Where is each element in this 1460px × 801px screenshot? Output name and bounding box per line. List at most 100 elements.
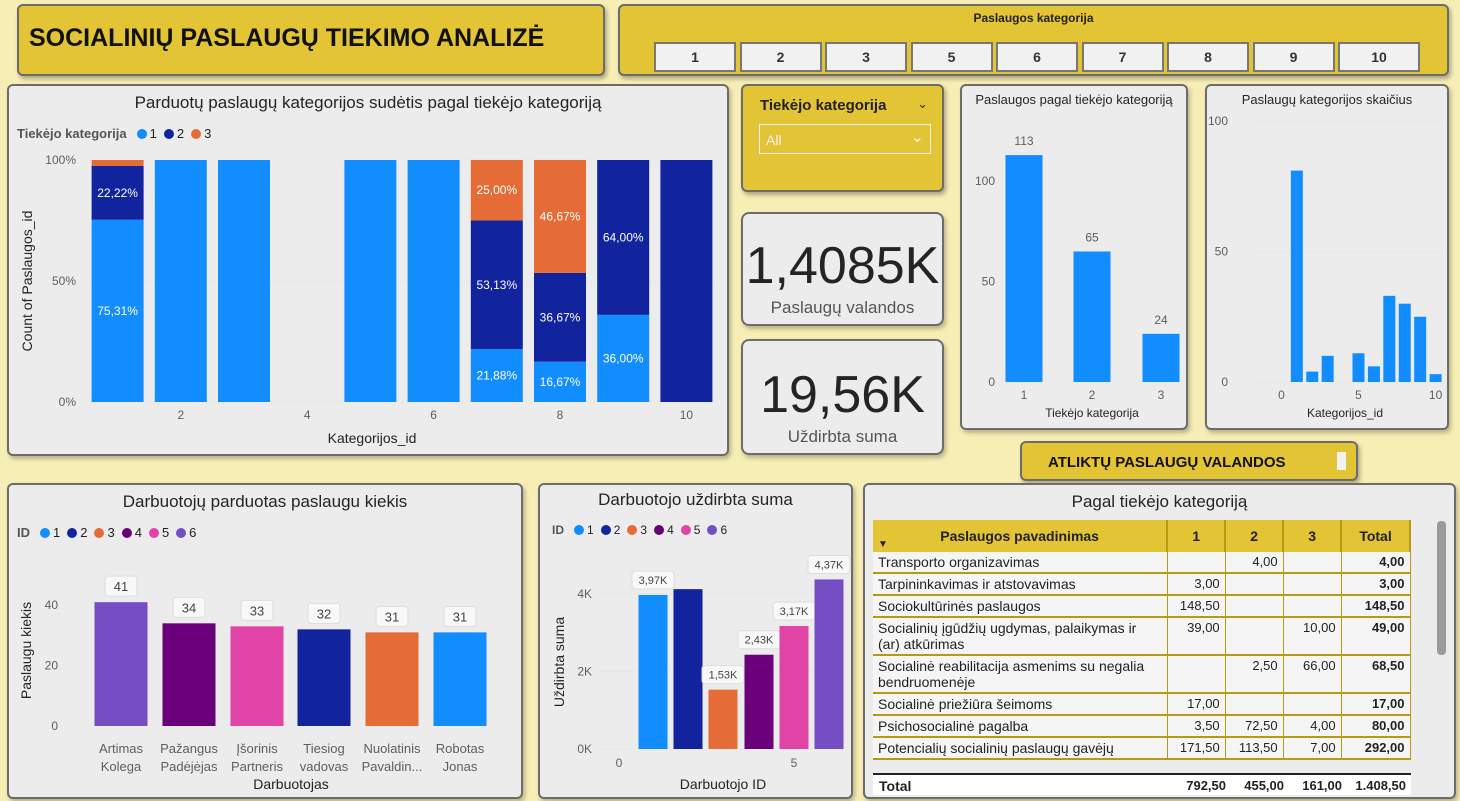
data-label: 33: [250, 603, 264, 618]
x-tick-label: Padėjėjas: [160, 759, 218, 774]
bar-employee-3[interactable]: [230, 626, 284, 726]
bar-count-cat2[interactable]: [1306, 371, 1319, 382]
bar-segment-cat3-s1[interactable]: [218, 160, 270, 402]
matrix-header-1[interactable]: 1: [1167, 520, 1227, 552]
x-tick-label: 0: [616, 756, 623, 770]
matrix-header-total[interactable]: Total: [1341, 520, 1411, 552]
table-row[interactable]: Psichosocialinė pagalba 3,50 72,50 4,00 80,0…: [873, 715, 1411, 738]
matrix-header-3[interactable]: 3: [1283, 520, 1343, 552]
matrix-cell-c3: [1283, 573, 1342, 596]
bar-earnings-3[interactable]: [708, 689, 738, 749]
y-tick-label: 2K: [577, 664, 592, 678]
bar-segment-cat5-s1[interactable]: [344, 160, 397, 402]
bar-employee-6[interactable]: [433, 632, 487, 726]
bar-earnings-6[interactable]: [814, 579, 844, 749]
bar-count-cat6[interactable]: [1367, 366, 1380, 382]
bar-employee-4[interactable]: [297, 629, 351, 726]
matrix-cell-c3: 66,00: [1283, 655, 1342, 694]
x-axis-title: Kategorijos_id: [1307, 406, 1383, 420]
bar-employee-5[interactable]: [365, 632, 419, 726]
bar-supplier-1[interactable]: [1005, 155, 1043, 382]
bar-supplier-2[interactable]: [1073, 251, 1111, 382]
table-row[interactable]: Sociokultūrinės paslaugos 148,50 148,50: [873, 595, 1411, 618]
chevron-down-icon[interactable]: ⌄: [917, 96, 928, 112]
bar-segment-cat6-s1[interactable]: [407, 160, 460, 402]
x-tick-label: 3: [1158, 388, 1165, 402]
bar-count-cat10[interactable]: [1429, 374, 1442, 382]
x-tick-label: Robotas: [436, 741, 485, 756]
matrix-scrollbar[interactable]: [1437, 521, 1446, 655]
bar-count-cat9[interactable]: [1414, 316, 1427, 382]
table-row[interactable]: Socialinių įgūdžių ugdymas, palaikymas i…: [873, 617, 1411, 656]
x-axis-title: Darbuotojas: [253, 776, 329, 792]
y-axis-title: Count of Paslaugos_id: [19, 211, 35, 352]
category-button-1[interactable]: 1: [654, 42, 736, 72]
y-tick-label: 40: [45, 598, 59, 612]
x-tick-label: 10: [1429, 388, 1443, 402]
data-label: 1,53K: [709, 670, 738, 682]
data-label: 36,67%: [540, 310, 581, 324]
category-button-10[interactable]: 10: [1338, 42, 1420, 72]
x-tick-label: Partneris: [231, 759, 284, 774]
bar-employee-1[interactable]: [94, 602, 148, 726]
count-chart[interactable]: 0 50 100 0 5 10 Kategorijos_id: [1207, 86, 1447, 428]
table-row[interactable]: Transporto organizavimas 4,00 4,00: [873, 552, 1411, 574]
table-row[interactable]: Socialinė reabilitacija asmenims su nega…: [873, 655, 1411, 694]
hours-button[interactable]: ATLIKTŲ PASLAUGŲ VALANDOS: [1020, 441, 1358, 481]
bar-earnings-4[interactable]: [744, 654, 774, 749]
y-tick-label: 0K: [577, 742, 592, 756]
y-tick-label: 0: [1221, 375, 1228, 389]
matrix-cell-c2: 72,50: [1225, 715, 1284, 738]
data-label: 2,43K: [745, 635, 774, 647]
table-row[interactable]: Potencialių socialinių paslaugų gavėjų 17…: [873, 737, 1411, 760]
data-label: 113: [1014, 134, 1033, 148]
category-button-3[interactable]: 3: [825, 42, 907, 72]
table-row[interactable]: Tarpininkavimas ir atstovavimas 3,00 3,00: [873, 573, 1411, 596]
composition-chart[interactable]: 0% 50% 100% 22,22% 75,31% 25,00% 53,13% 21,88% 4…: [9, 86, 727, 454]
earnings-chart[interactable]: 0K2K4K3,97K1,53K2,43K3,17K4,37K0 5Darbuot…: [540, 485, 851, 797]
bar-count-cat3[interactable]: [1321, 355, 1334, 382]
y-tick-label: 0: [988, 375, 995, 389]
bar-supplier-3[interactable]: [1142, 333, 1180, 382]
data-label: 21,88%: [476, 369, 517, 383]
y-tick-label: 100%: [45, 153, 76, 167]
x-tick-label: 0: [1278, 388, 1285, 402]
category-button-8[interactable]: 8: [1167, 42, 1249, 72]
category-button-5[interactable]: 5: [910, 42, 993, 72]
matrix-scroll-area[interactable]: Paslaugos pavadinimas ▼ 1 2 3 Total Tran…: [873, 520, 1413, 796]
matrix-header-2[interactable]: 2: [1225, 520, 1285, 552]
composition-chart-panel: Parduotų paslaugų kategorijos sudėtis pa…: [7, 84, 729, 456]
bar-earnings-2[interactable]: [673, 589, 703, 749]
matrix-cell-name: Psichosocialinė pagalba: [873, 715, 1168, 738]
matrix-cell-name: Socialinė priežiūra šeimoms: [873, 693, 1168, 716]
bar-count-cat7[interactable]: [1383, 295, 1396, 382]
category-button-6[interactable]: 6: [996, 42, 1078, 72]
bar-employee-2[interactable]: [162, 623, 216, 726]
bar-earnings-5[interactable]: [779, 626, 809, 749]
x-tick-label: 5: [1355, 388, 1362, 402]
x-tick-label: 5: [791, 756, 798, 770]
x-tick-label: 2: [177, 408, 184, 422]
employees-chart-panel: Darbuotojų parduotas paslaugu kiekis ID …: [7, 483, 523, 799]
bar-segment-cat2-s1[interactable]: [154, 160, 207, 402]
sort-down-icon[interactable]: ▼: [878, 539, 888, 550]
x-tick-label: vadovas: [300, 759, 349, 774]
earned-kpi-label: Uždirbta suma: [787, 427, 898, 446]
bar-count-cat1[interactable]: [1290, 170, 1303, 382]
bar-count-cat5[interactable]: [1352, 353, 1365, 382]
data-label: 4,37K: [815, 559, 844, 571]
bar-segment-cat10-s2[interactable]: [660, 160, 713, 402]
matrix-title: Pagal tiekėjo kategoriją: [1071, 492, 1248, 511]
category-button-2[interactable]: 2: [739, 42, 822, 72]
employees-chart[interactable]: 0 20 40 41 Artimas Kolega 34 Pažangus Padėjėjas 3…: [9, 485, 521, 797]
category-button-9[interactable]: 9: [1252, 42, 1335, 72]
supplier-chart[interactable]: 0 50 100 113 1 65 2 24 3 Tiekėjo kategorija: [962, 86, 1186, 428]
matrix-header-name[interactable]: Paslaugos pavadinimas ▼: [873, 520, 1169, 552]
bar-count-cat8[interactable]: [1398, 303, 1411, 382]
category-button-7[interactable]: 7: [1081, 42, 1164, 72]
table-row[interactable]: Socialinė priežiūra šeimoms 17,00 17,00: [873, 693, 1411, 716]
bar-segment-cat1-s3[interactable]: [91, 160, 144, 166]
supplier-dropdown[interactable]: All ⌄: [759, 124, 931, 154]
hours-kpi-card: 1,4085K Paslaugų valandos: [741, 212, 944, 326]
bar-earnings-1[interactable]: [638, 594, 668, 749]
